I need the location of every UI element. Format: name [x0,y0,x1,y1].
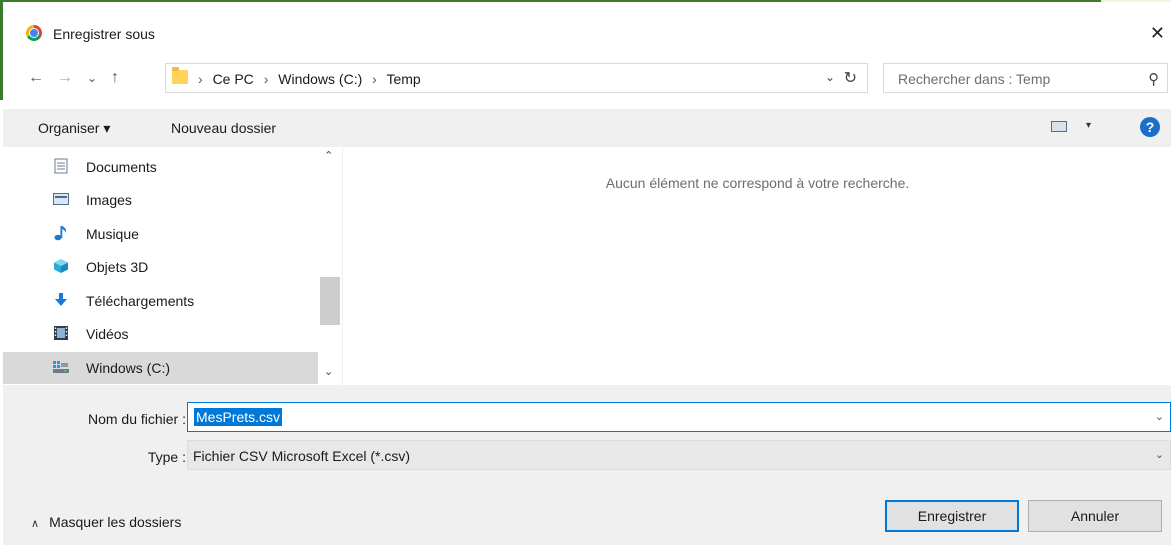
sidebar-scrollbar[interactable]: ⌃ ⌄ [320,147,340,385]
sidebar-item-documents[interactable]: Documents [3,151,318,183]
breadcrumb: › Ce PC › Windows (C:) › Temp [198,70,427,88]
new-folder-button[interactable]: Nouveau dossier [171,119,276,137]
sidebar-item-music[interactable]: Musique [3,218,318,250]
cancel-button[interactable]: Annuler [1028,500,1162,532]
back-arrow-icon[interactable]: ← [28,69,44,87]
filetype-value: Fichier CSV Microsoft Excel (*.csv) [193,448,411,464]
filetype-select[interactable]: Fichier CSV Microsoft Excel (*.csv) ⌄ [187,440,1171,470]
scrollbar-thumb[interactable] [320,277,340,325]
sidebar-item-3d-objects[interactable]: Objets 3D [3,251,318,283]
breadcrumb-separator: › [263,71,269,87]
organize-menu-button[interactable]: Organiser ▾ [38,119,110,137]
breadcrumb-separator: › [198,71,203,87]
filename-input[interactable]: MesPrets.csv ⌄ [187,402,1171,432]
3d-objects-icon [54,259,68,273]
sidebar-item-label: Téléchargements [86,293,195,309]
videos-icon [54,326,68,340]
sidebar-item-label: Objets 3D [86,259,149,275]
toolbar: Organiser ▾ Nouveau dossier ▾ ? [3,109,1171,147]
breadcrumb-item-temp[interactable]: Temp [386,71,420,87]
sidebar-item-label: Musique [86,226,139,242]
dialog-title: Enregistrer sous [53,26,155,42]
empty-results-message: Aucun élément ne correspond à votre rech… [605,175,910,191]
view-dropdown-icon[interactable]: ▾ [1086,120,1091,131]
folder-icon [172,67,188,84]
downloads-icon [55,293,67,306]
title-bar: Enregistrer sous ✕ [3,2,1171,43]
recent-locations-icon[interactable]: ⌄ [87,69,97,87]
sidebar-item-label: Vidéos [86,326,129,342]
forward-arrow-icon[interactable]: → [57,69,73,87]
chrome-icon [26,25,42,41]
sidebar-item-videos[interactable]: Vidéos [3,318,318,350]
file-list[interactable]: Aucun élément ne correspond à votre rech… [342,147,1171,385]
sidebar-item-label: Windows (C:) [86,360,171,376]
filename-dropdown-icon[interactable]: ⌄ [1155,410,1164,423]
refresh-icon[interactable]: ↻ [844,68,857,88]
address-dropdown-icon[interactable]: ⌄ [825,70,835,84]
filename-label: Nom du fichier : [87,411,186,427]
save-form: Nom du fichier : MesPrets.csv ⌄ Type : F… [3,385,1171,545]
up-arrow-icon[interactable]: ↑ [111,69,119,87]
breadcrumb-item-windows-c[interactable]: Windows (C:) [278,71,362,87]
documents-icon [54,158,68,174]
scroll-up-icon[interactable]: ⌃ [324,149,333,162]
close-button[interactable]: ✕ [1150,23,1165,43]
images-icon [53,193,69,205]
filename-value[interactable]: MesPrets.csv [194,408,283,426]
search-placeholder: Rechercher dans : Temp [898,71,1051,87]
music-icon [54,226,67,241]
save-button[interactable]: Enregistrer [885,500,1019,532]
sidebar-item-label: Documents [86,159,157,175]
address-bar[interactable]: › Ce PC › Windows (C:) › Temp ⌄ ↻ [165,63,868,93]
drive-icon [53,361,69,373]
hide-folders-label: Masquer les dossiers [49,514,182,530]
navigation-pane: Documents Images Musique Objets 3D Téléc… [3,147,340,385]
hide-folders-button[interactable]: ∧ Masquer les dossiers [31,513,181,533]
help-icon[interactable]: ? [1140,117,1160,137]
search-icon[interactable]: ⚲ [1148,70,1159,88]
chevron-up-icon: ∧ [31,518,40,530]
breadcrumb-separator: › [372,71,377,87]
search-input[interactable]: Rechercher dans : Temp ⚲ [883,63,1168,93]
scroll-down-icon[interactable]: ⌄ [324,365,333,378]
filetype-dropdown-icon[interactable]: ⌄ [1155,448,1164,461]
sidebar-item-windows-c[interactable]: Windows (C:) [3,352,318,384]
view-options-icon[interactable] [1051,121,1067,132]
save-as-dialog: Enregistrer sous ✕ ← → ⌄ ↑ › Ce PC › Win… [3,2,1171,545]
sidebar-item-images[interactable]: Images [3,184,318,216]
filetype-label: Type : [147,449,186,465]
sidebar-item-downloads[interactable]: Téléchargements [3,285,318,317]
breadcrumb-item-this-pc[interactable]: Ce PC [213,71,254,87]
sidebar-item-label: Images [86,192,132,208]
